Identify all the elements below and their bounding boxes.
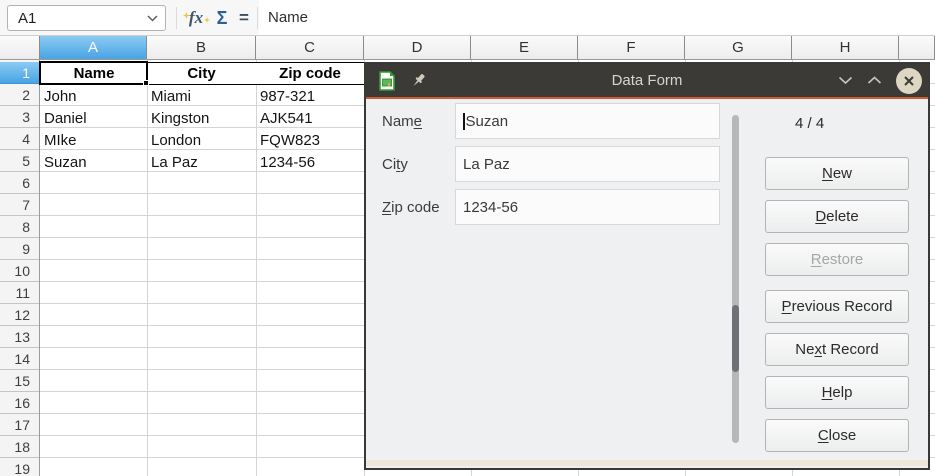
dialog-body: 4 / 4 Name Suzan City La Paz Zip code 1234-56… <box>366 99 928 466</box>
row-header-16[interactable]: 16 <box>0 392 39 414</box>
column-header-F[interactable]: F <box>578 36 685 59</box>
data-form-dialog: Data Form <box>364 62 930 470</box>
new-button[interactable]: New <box>765 157 909 190</box>
row-header-14[interactable]: 14 <box>0 348 39 370</box>
row-header-11[interactable]: 11 <box>0 282 39 304</box>
calc-document-icon <box>377 71 397 91</box>
row-header-17[interactable]: 17 <box>0 414 39 436</box>
close-button[interactable]: Close <box>765 419 909 452</box>
field-input-name[interactable]: Suzan <box>455 103 720 139</box>
row-header-12[interactable]: 12 <box>0 304 39 326</box>
delete-button[interactable]: Delete <box>765 200 909 233</box>
toolbar-separator <box>257 7 258 29</box>
cell-C4[interactable]: FQW823 <box>257 129 364 151</box>
row-header-13[interactable]: 13 <box>0 326 39 348</box>
name-box[interactable]: A1 <box>7 5 166 31</box>
cell-B4[interactable]: London <box>148 129 256 151</box>
record-indicator: 4 / 4 <box>795 115 824 132</box>
next-record-button[interactable]: Next Record <box>765 333 909 366</box>
cell-B1[interactable]: City <box>147 62 257 85</box>
cell-C2[interactable]: 987-321 <box>257 85 364 107</box>
row-header-3[interactable]: 3 <box>0 106 39 128</box>
dialog-bottom-strip <box>366 460 928 466</box>
row-header-8[interactable]: 8 <box>0 216 39 238</box>
row-header-18[interactable]: 18 <box>0 436 39 458</box>
row-header-6[interactable]: 6 <box>0 172 39 194</box>
row-header-9[interactable]: 9 <box>0 238 39 260</box>
previous-record-button[interactable]: Previous Record <box>765 290 909 323</box>
function-wizard-icon[interactable]: fx <box>184 0 208 36</box>
toolbar-separator <box>176 7 177 29</box>
row-header-7[interactable]: 7 <box>0 194 39 216</box>
row-header-4[interactable]: 4 <box>0 128 39 150</box>
cell-C1[interactable]: Zip code <box>256 62 365 85</box>
cell-A5[interactable]: Suzan <box>41 151 147 173</box>
scrollbar-thumb[interactable] <box>732 305 739 372</box>
row-header-19[interactable]: 19 <box>0 458 39 476</box>
cell-C3[interactable]: AJK541 <box>257 107 364 129</box>
close-icon[interactable] <box>896 68 922 94</box>
cell-A3[interactable]: Daniel <box>41 107 147 129</box>
field-input-zip-code[interactable]: 1234-56 <box>455 189 720 225</box>
formula-toolbar: A1 fx Σ = Name <box>0 0 935 36</box>
cell-C5[interactable]: 1234-56 <box>257 151 364 173</box>
column-header-G[interactable]: G <box>685 36 792 59</box>
column-header-C[interactable]: C <box>256 36 364 59</box>
dialog-titlebar[interactable]: Data Form <box>366 64 928 97</box>
cell-B2[interactable]: Miami <box>148 85 256 107</box>
row-header-2[interactable]: 2 <box>0 84 39 106</box>
column-header-A[interactable]: A <box>40 36 147 59</box>
column-header-D[interactable]: D <box>364 36 471 59</box>
row-headers: 12345678910111213141516171819 <box>0 60 40 476</box>
cell-A1[interactable]: Name <box>40 62 148 85</box>
cell-B3[interactable]: Kingston <box>148 107 256 129</box>
row-header-5[interactable]: 5 <box>0 150 39 172</box>
formula-content: Name <box>259 9 308 26</box>
column-header-H[interactable]: H <box>792 36 899 59</box>
record-scrollbar[interactable] <box>732 115 739 443</box>
cell-A4[interactable]: MIke <box>41 129 147 151</box>
pin-icon[interactable] <box>410 72 427 89</box>
text-cursor <box>463 113 465 130</box>
field-input-city[interactable]: La Paz <box>455 146 720 182</box>
column-header-partial[interactable] <box>899 36 935 59</box>
column-header-B[interactable]: B <box>147 36 256 59</box>
column-headers: ABCDEFGH <box>0 36 935 60</box>
field-label-zip-code: Zip code <box>382 199 440 216</box>
select-all-corner[interactable] <box>0 36 40 59</box>
help-button[interactable]: Help <box>765 376 909 409</box>
restore-button: Restore <box>765 243 909 276</box>
field-label-name: Name <box>382 113 422 130</box>
cell-A2[interactable]: John <box>41 85 147 107</box>
chevron-down-icon[interactable] <box>838 76 853 85</box>
cell-reference: A1 <box>8 10 147 27</box>
cell-B5[interactable]: La Paz <box>148 151 256 173</box>
formula-equals-icon[interactable]: = <box>234 0 254 36</box>
column-header-E[interactable]: E <box>471 36 578 59</box>
chevron-down-icon[interactable] <box>147 15 158 22</box>
field-label-city: City <box>382 156 408 173</box>
row-header-15[interactable]: 15 <box>0 370 39 392</box>
chevron-up-icon[interactable] <box>867 76 882 85</box>
row-header-10[interactable]: 10 <box>0 260 39 282</box>
formula-input[interactable]: Name <box>259 0 935 35</box>
row-header-1[interactable]: 1 <box>0 62 39 84</box>
autosum-icon[interactable]: Σ <box>211 0 233 36</box>
